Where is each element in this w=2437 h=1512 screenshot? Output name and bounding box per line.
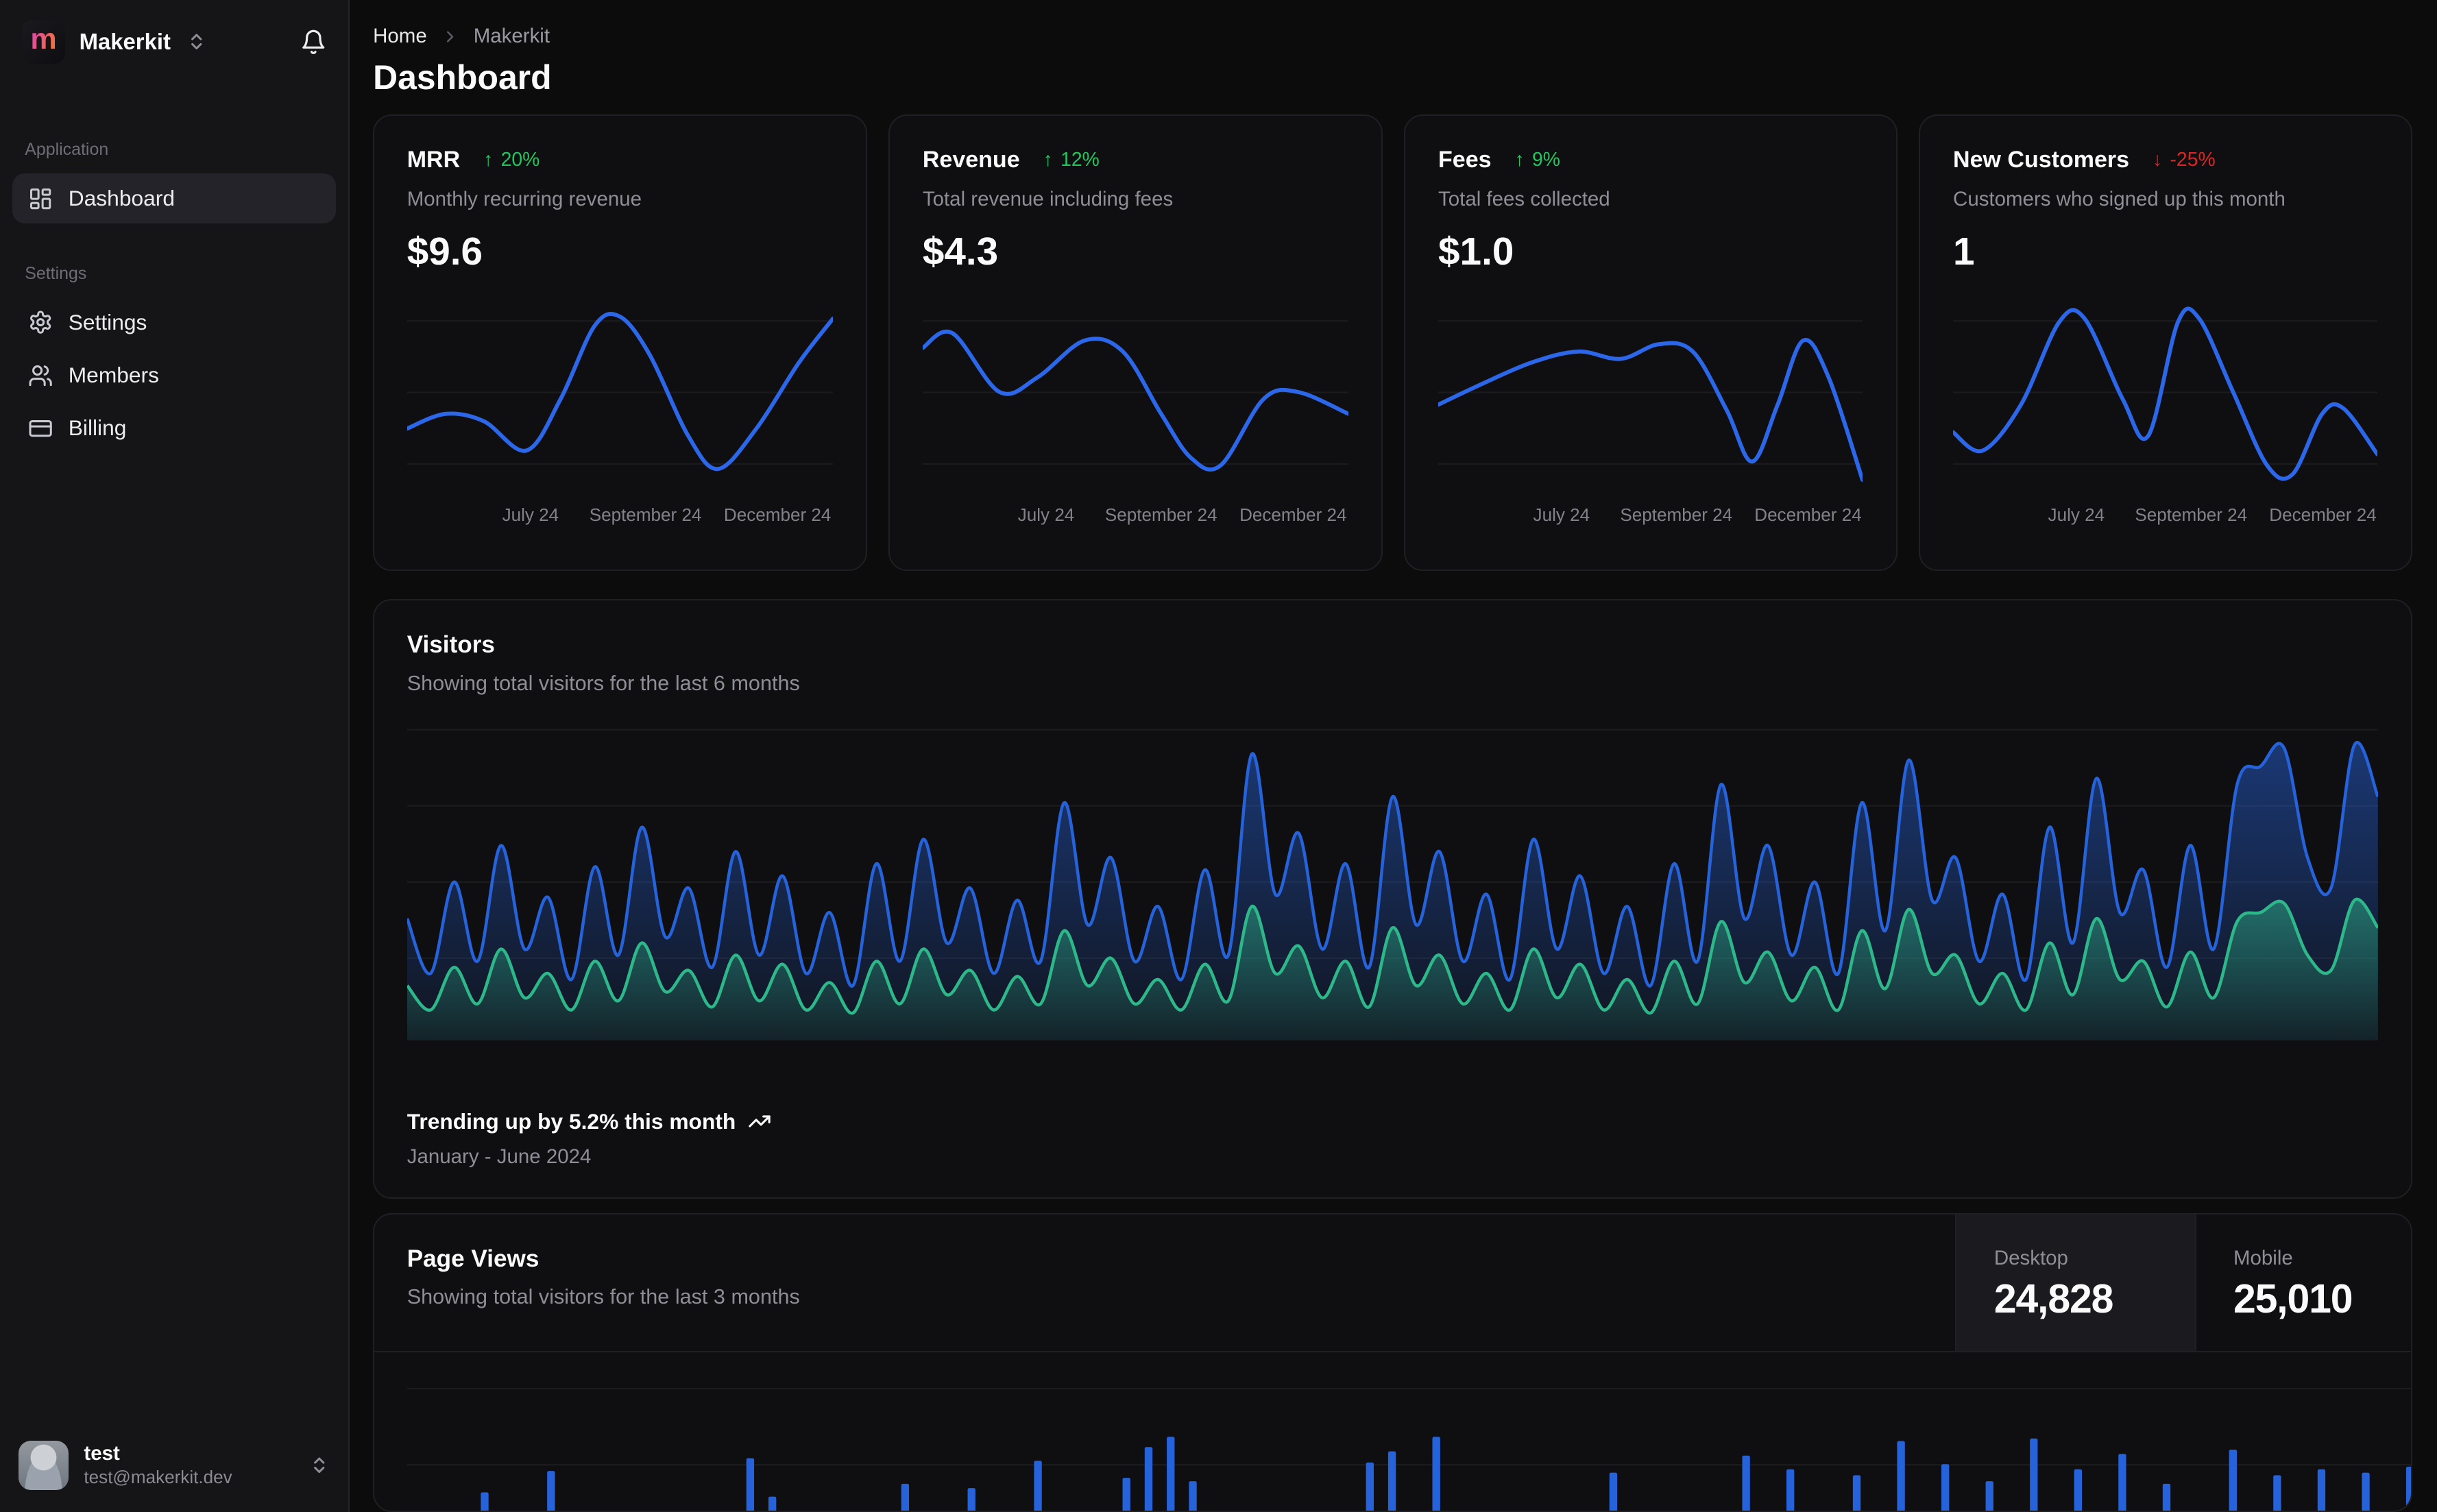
- user-avatar: [19, 1440, 69, 1491]
- stat-cards-row: MRR ↑ 20% Monthly recurring revenue $9.6 …: [373, 114, 2412, 572]
- visitors-date-range: January - June 2024: [407, 1145, 592, 1168]
- x-axis-labels: July 24 September 24 December 24: [502, 504, 832, 526]
- sidebar-item-label: Dashboard: [68, 186, 175, 211]
- billing-credit-card-icon: [28, 416, 53, 441]
- stat-description: Total fees collected: [1438, 187, 1610, 210]
- sidebar-section-settings: Settings: [25, 263, 87, 283]
- workspace-switcher[interactable]: m Makerkit: [0, 0, 348, 84]
- sidebar-item-label: Members: [68, 363, 159, 388]
- sparkline-chart: [922, 296, 1349, 495]
- x-axis-labels: July 24 September 24 December 24: [2048, 504, 2377, 526]
- stat-description: Total revenue including fees: [922, 187, 1174, 210]
- chevrons-up-down-icon: [309, 1455, 329, 1475]
- breadcrumb-current: Makerkit: [473, 25, 550, 48]
- notifications-bell-icon[interactable]: [300, 29, 327, 56]
- page-views-bar-chart: [374, 1352, 2411, 1511]
- stat-value: $9.6: [407, 230, 483, 273]
- arrow-up-icon: ↑: [1514, 149, 1525, 171]
- settings-gear-icon: [28, 310, 53, 334]
- workspace-name: Makerkit: [79, 29, 171, 55]
- trend-badge: ↑ 20%: [483, 149, 540, 171]
- page-views-title: Page Views: [407, 1245, 539, 1272]
- stat-title: Fees: [1438, 147, 1492, 173]
- stat-value: 1: [1953, 230, 1975, 273]
- visitors-area-chart: [407, 714, 2378, 1040]
- chevron-right-icon: [441, 27, 459, 46]
- user-menu[interactable]: test test@makerkit.dev: [0, 1422, 348, 1512]
- stat-card-revenue: Revenue ↑ 12% Total revenue including fee…: [888, 114, 1383, 572]
- makerkit-logo: m: [21, 20, 66, 64]
- page-views-card: Page Views Showing total visitors for th…: [373, 1212, 2412, 1512]
- arrow-up-icon: ↑: [483, 149, 494, 171]
- tab-desktop[interactable]: Desktop 24,828: [1955, 1214, 2195, 1352]
- trend-badge: ↑ 12%: [1043, 149, 1100, 171]
- dashboard-icon: [28, 186, 53, 211]
- x-axis-labels: July 24 September 24 December 24: [1017, 504, 1347, 526]
- main-content: Home Makerkit Dashboard MRR ↑ 20% Monthly…: [350, 0, 2437, 1512]
- arrow-up-icon: ↑: [1043, 149, 1053, 171]
- sidebar-item-label: Settings: [68, 310, 147, 335]
- breadcrumb-home[interactable]: Home: [373, 25, 427, 48]
- sidebar-section-application: Application: [25, 140, 109, 160]
- sparkline-chart: [407, 296, 833, 495]
- sidebar: m Makerkit Application Dashboard Setting…: [0, 0, 350, 1512]
- visitors-subtitle: Showing total visitors for the last 6 mo…: [407, 671, 800, 695]
- stat-value: $1.0: [1438, 230, 1514, 273]
- page-title: Dashboard: [373, 58, 552, 97]
- stat-title: Revenue: [922, 147, 1020, 173]
- stat-description: Customers who signed up this month: [1953, 187, 2286, 210]
- stat-value: $4.3: [922, 230, 999, 273]
- trending-up-icon: [748, 1110, 771, 1133]
- sidebar-item-settings[interactable]: Settings: [12, 297, 336, 347]
- chevrons-up-down-icon: [186, 32, 206, 51]
- user-name: test: [84, 1441, 120, 1465]
- stat-card-fees: Fees ↑ 9% Total fees collected $1.0 July …: [1404, 114, 1898, 572]
- trend-badge: ↑ 9%: [1514, 149, 1560, 171]
- breadcrumb: Home Makerkit: [373, 25, 2412, 48]
- members-users-icon: [28, 363, 53, 388]
- stat-description: Monthly recurring revenue: [407, 187, 642, 210]
- stat-title: MRR: [407, 147, 461, 173]
- sidebar-item-billing[interactable]: Billing: [12, 403, 336, 453]
- trend-badge: ↓ -25%: [2153, 149, 2216, 171]
- page-views-subtitle: Showing total visitors for the last 3 mo…: [407, 1285, 800, 1309]
- stat-title: New Customers: [1953, 147, 2129, 173]
- sidebar-item-label: Billing: [68, 415, 127, 441]
- stat-card-new-customers: New Customers ↓ -25% Customers who signed…: [1919, 114, 2412, 572]
- x-axis-labels: July 24 September 24 December 24: [1533, 504, 1862, 526]
- visitors-footer: Trending up by 5.2% this month: [407, 1109, 2378, 1134]
- visitors-card: Visitors Showing total visitors for the …: [373, 599, 2412, 1199]
- user-email: test@makerkit.dev: [84, 1467, 232, 1488]
- stat-card-mrr: MRR ↑ 20% Monthly recurring revenue $9.6 …: [373, 114, 867, 572]
- arrow-down-icon: ↓: [2153, 149, 2163, 171]
- page-views-header: Page Views Showing total visitors for th…: [374, 1214, 2411, 1353]
- tab-mobile[interactable]: Mobile 25,010: [2194, 1214, 2411, 1352]
- sidebar-item-members[interactable]: Members: [12, 350, 336, 400]
- sidebar-item-dashboard[interactable]: Dashboard: [12, 173, 336, 223]
- sparkline-chart: [1438, 296, 1863, 495]
- visitors-title: Visitors: [407, 631, 495, 659]
- sparkline-chart: [1953, 296, 2378, 495]
